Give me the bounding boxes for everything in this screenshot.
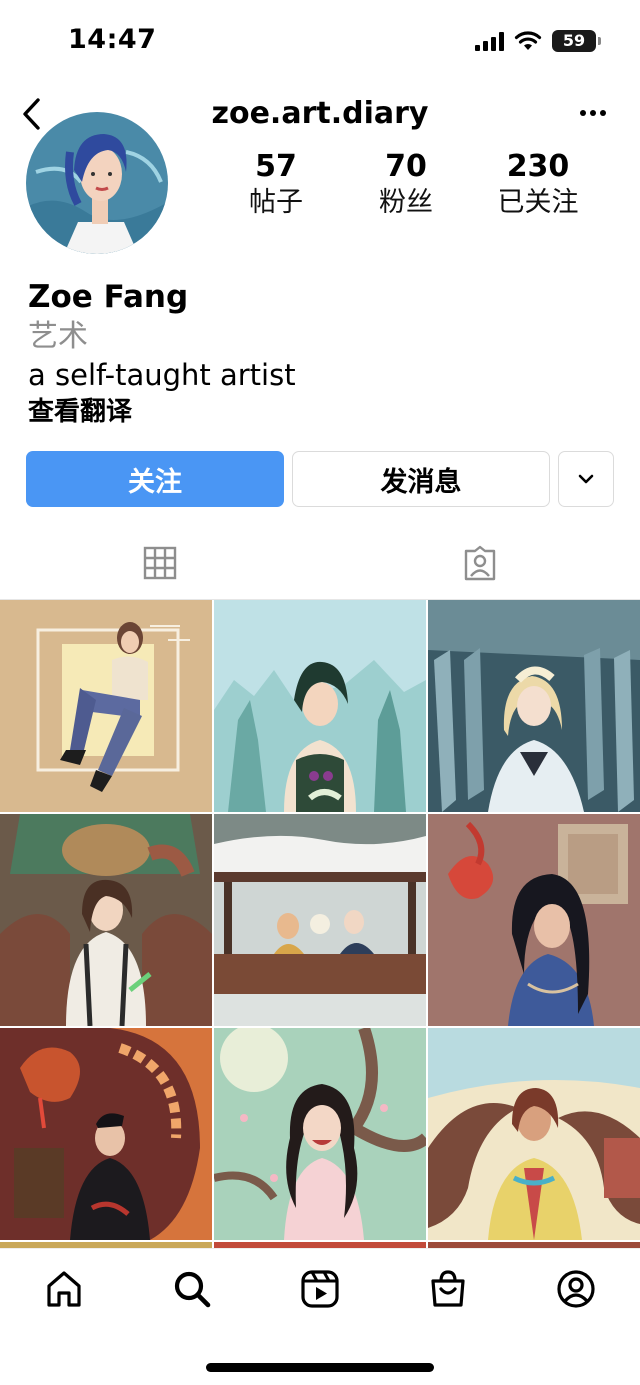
chevron-down-icon [578, 474, 594, 484]
reels-icon[interactable] [300, 1269, 340, 1309]
follow-button[interactable]: 关注 [26, 451, 284, 507]
bottom-navigation [0, 1248, 640, 1385]
profile-icon[interactable] [556, 1269, 596, 1309]
post-thumbnail[interactable] [428, 1028, 640, 1240]
stat-posts[interactable]: 57 帖子 [206, 148, 346, 220]
post-artwork-image [214, 814, 426, 1026]
post-thumbnail[interactable] [0, 600, 212, 812]
tagged-person-icon[interactable] [462, 545, 498, 581]
suggested-accounts-button[interactable] [558, 451, 614, 507]
post-artwork-image [0, 600, 212, 812]
status-icons: 59 [475, 30, 601, 52]
post-artwork-image [428, 1028, 640, 1240]
home-icon[interactable] [44, 1269, 84, 1309]
stat-value: 70 [385, 149, 427, 184]
posts-grid [0, 600, 640, 1260]
post-artwork-image [214, 1028, 426, 1240]
post-thumbnail[interactable] [214, 600, 426, 812]
post-thumbnail[interactable] [214, 1028, 426, 1240]
stat-following[interactable]: 230 已关注 [468, 148, 608, 220]
post-thumbnail[interactable] [0, 814, 212, 1026]
bio-text: a self-taught artist [28, 358, 296, 392]
wifi-icon [514, 31, 542, 50]
post-artwork-image [0, 814, 212, 1026]
cellular-signal-icon [475, 31, 504, 51]
avatar[interactable] [26, 112, 168, 254]
status-bar: 14:47 59 [0, 0, 640, 86]
grid-icon[interactable] [143, 546, 177, 580]
stat-value: 230 [506, 149, 570, 184]
post-thumbnail[interactable] [428, 600, 640, 812]
post-thumbnail[interactable] [428, 814, 640, 1026]
message-button[interactable]: 发消息 [292, 451, 550, 507]
profile-bio: Zoe Fang 艺术 a self-taught artist 查看翻译 [28, 276, 296, 430]
more-dots-icon[interactable] [578, 98, 608, 128]
battery-icon: 59 [552, 30, 601, 52]
stat-label: 粉丝 [379, 187, 433, 218]
post-artwork-image [428, 814, 640, 1026]
post-thumbnail[interactable] [214, 814, 426, 1026]
see-translation-link[interactable]: 查看翻译 [28, 394, 296, 430]
search-icon[interactable] [172, 1269, 212, 1309]
profile-category: 艺术 [28, 319, 88, 354]
post-artwork-image [428, 600, 640, 812]
shop-icon[interactable] [428, 1269, 468, 1309]
post-thumbnail[interactable] [0, 1028, 212, 1240]
post-artwork-image [0, 1028, 212, 1240]
stat-value: 57 [255, 149, 297, 184]
status-time: 14:47 [68, 24, 157, 55]
profile-tabs [0, 534, 640, 600]
stat-label: 已关注 [497, 187, 579, 218]
stat-label: 帖子 [249, 187, 303, 218]
post-artwork-image [214, 600, 426, 812]
profile-name: Zoe Fang [28, 279, 189, 315]
avatar-illustration [26, 112, 168, 254]
home-indicator[interactable] [206, 1363, 434, 1372]
stat-followers[interactable]: 70 粉丝 [336, 148, 476, 220]
